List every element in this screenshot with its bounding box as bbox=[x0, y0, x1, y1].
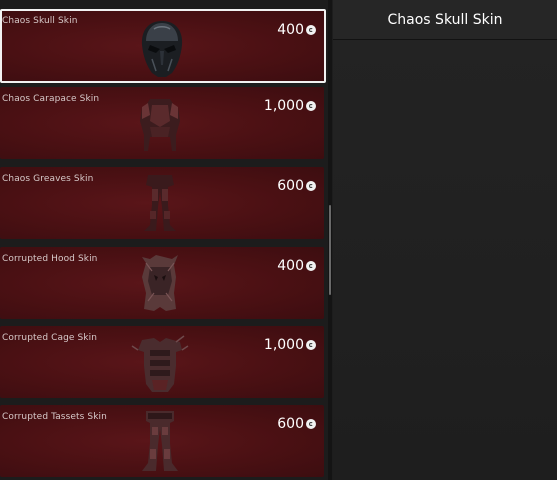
chaos-greaves-legs-icon bbox=[144, 175, 176, 231]
item-name: Corrupted Cage Skin bbox=[2, 333, 98, 343]
item-price: 400 bbox=[277, 258, 316, 274]
currency-coin-icon bbox=[306, 181, 316, 191]
price-value: 400 bbox=[277, 22, 304, 38]
corrupted-hood-icon bbox=[142, 255, 178, 311]
corrupted-tassets-legs-icon bbox=[142, 411, 178, 471]
detail-panel: Chaos Skull Skin bbox=[333, 0, 557, 480]
item-price: 1,000 bbox=[264, 337, 316, 353]
item-price: 600 bbox=[277, 178, 316, 194]
chaos-carapace-armor-icon bbox=[140, 99, 180, 151]
shop-item-corrupted-hood-skin[interactable]: Corrupted Hood Skin 400 bbox=[0, 247, 324, 319]
shop-item-corrupted-tassets-skin[interactable]: Corrupted Tassets Skin 600 bbox=[0, 405, 324, 477]
item-name: Chaos Skull Skin bbox=[2, 16, 78, 26]
price-value: 1,000 bbox=[263, 337, 304, 353]
item-price: 400 bbox=[277, 22, 316, 38]
item-name: Chaos Carapace Skin bbox=[2, 94, 100, 104]
item-name: Chaos Greaves Skin bbox=[2, 174, 94, 184]
price-value: 600 bbox=[277, 416, 304, 432]
shop-item-chaos-carapace-skin[interactable]: Chaos Carapace Skin 1,000 bbox=[0, 87, 324, 159]
item-name: Corrupted Hood Skin bbox=[2, 254, 98, 264]
currency-coin-icon bbox=[306, 340, 316, 350]
detail-body bbox=[333, 40, 557, 480]
shop-item-chaos-greaves-skin[interactable]: Chaos Greaves Skin 600 bbox=[0, 167, 324, 239]
currency-coin-icon bbox=[306, 25, 316, 35]
currency-coin-icon bbox=[306, 261, 316, 271]
currency-coin-icon bbox=[306, 419, 316, 429]
shop-item-corrupted-cage-skin[interactable]: Corrupted Cage Skin 1,000 bbox=[0, 326, 324, 398]
shop-item-chaos-skull-skin[interactable]: Chaos Skull Skin 400 bbox=[0, 9, 326, 83]
scrollbar-thumb[interactable] bbox=[329, 205, 331, 295]
item-name: Corrupted Tassets Skin bbox=[2, 412, 107, 422]
currency-coin-icon bbox=[306, 101, 316, 111]
item-list: Chaos Skull Skin 400 Chaos Carapace Skin… bbox=[0, 0, 328, 480]
chaos-skull-helmet-icon bbox=[141, 21, 183, 77]
price-value: 1,000 bbox=[263, 98, 304, 114]
corrupted-cage-armor-icon bbox=[131, 335, 189, 392]
price-value: 600 bbox=[277, 178, 304, 194]
item-price: 1,000 bbox=[264, 98, 316, 114]
detail-header: Chaos Skull Skin bbox=[333, 0, 557, 40]
item-price: 600 bbox=[277, 416, 316, 432]
price-value: 400 bbox=[277, 258, 304, 274]
detail-title: Chaos Skull Skin bbox=[387, 12, 503, 28]
